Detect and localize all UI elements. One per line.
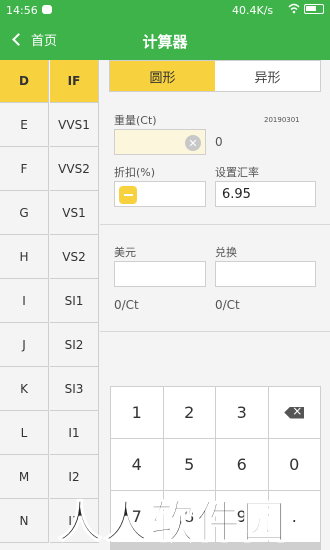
weight-input[interactable]: ✕ [114, 129, 206, 155]
usd-field[interactable] [114, 261, 206, 287]
color-grade-d[interactable]: D [0, 60, 49, 103]
key-1[interactable]: 1 [111, 387, 163, 438]
wifi-icon [288, 3, 300, 14]
discount-field[interactable] [114, 181, 206, 207]
color-grade-n[interactable]: N [0, 499, 49, 543]
key-0[interactable]: 0 [268, 439, 320, 490]
color-grade-g[interactable]: G [0, 191, 49, 235]
key-2[interactable]: 2 [163, 387, 215, 438]
divider [100, 224, 330, 225]
status-time: 14:56 [6, 4, 38, 17]
key-4[interactable]: 4 [111, 439, 163, 490]
color-grade-m[interactable]: M [0, 455, 49, 499]
minus-icon[interactable] [119, 186, 137, 204]
clarity-grade-si2[interactable]: SI2 [50, 323, 99, 367]
clarity-grade-i1[interactable]: I1 [50, 411, 99, 455]
rate-value: 6.95 [222, 186, 251, 202]
status-bar: 14:56 40.4K/s [0, 0, 330, 20]
page-title: 计算器 [142, 33, 188, 51]
clarity-grade-if[interactable]: IF [50, 60, 99, 103]
exchange-label: 兑换 [215, 246, 237, 259]
color-grade-h[interactable]: H [0, 235, 49, 279]
clarity-grade-list: IF VVS1 VVS2 VS1 VS2 SI1 SI2 SI3 I1 I2 I3 [50, 60, 99, 543]
key-5[interactable]: 5 [163, 439, 215, 490]
key-6[interactable]: 6 [216, 439, 268, 490]
tab-fancy[interactable]: 异形 [215, 61, 320, 91]
clarity-grade-vvs1[interactable]: VVS1 [50, 103, 99, 147]
network-speed: 40.4K/s [232, 4, 274, 17]
calculator-panel: 圆形 异形 重量(Ct) 20190301 ✕ 0 折扣(%) 设置汇率 6.9… [100, 60, 330, 550]
exchange-field[interactable] [215, 261, 316, 287]
discount-label: 折扣(%) [114, 166, 156, 179]
rate-field[interactable]: 6.95 [215, 181, 316, 207]
color-grade-f[interactable]: F [0, 147, 49, 191]
exchange-per-ct: 0/Ct [215, 298, 240, 312]
notification-icon [42, 5, 52, 14]
color-grade-k[interactable]: K [0, 367, 49, 411]
color-grade-i[interactable]: I [0, 279, 49, 323]
divider [100, 331, 330, 332]
tab-round[interactable]: 圆形 [110, 61, 215, 91]
watermark: 人人软件园 [57, 496, 288, 549]
title-bar: 首页 计算器 [0, 20, 330, 60]
backspace-icon [284, 406, 305, 419]
battery-icon [304, 4, 324, 14]
clarity-grade-vs1[interactable]: VS1 [50, 191, 99, 235]
key-delete[interactable] [268, 387, 320, 438]
clarity-grade-si1[interactable]: SI1 [50, 279, 99, 323]
weight-label: 重量(Ct) [114, 114, 157, 127]
key-3[interactable]: 3 [216, 387, 268, 438]
color-grade-j[interactable]: J [0, 323, 49, 367]
color-grade-list: DEFGHIJKLMN [0, 60, 49, 543]
usd-per-ct: 0/Ct [114, 298, 139, 312]
weight-result: 0 [215, 135, 223, 149]
rate-label: 设置汇率 [215, 166, 259, 179]
clarity-grade-si3[interactable]: SI3 [50, 367, 99, 411]
clear-icon[interactable]: ✕ [185, 135, 201, 151]
color-grade-e[interactable]: E [0, 103, 49, 147]
usd-label: 美元 [114, 246, 136, 259]
version-label: 20190301 [264, 116, 300, 124]
shape-tabs: 圆形 异形 [109, 60, 321, 92]
clarity-grade-vvs2[interactable]: VVS2 [50, 147, 99, 191]
color-grade-l[interactable]: L [0, 411, 49, 455]
clarity-grade-vs2[interactable]: VS2 [50, 235, 99, 279]
